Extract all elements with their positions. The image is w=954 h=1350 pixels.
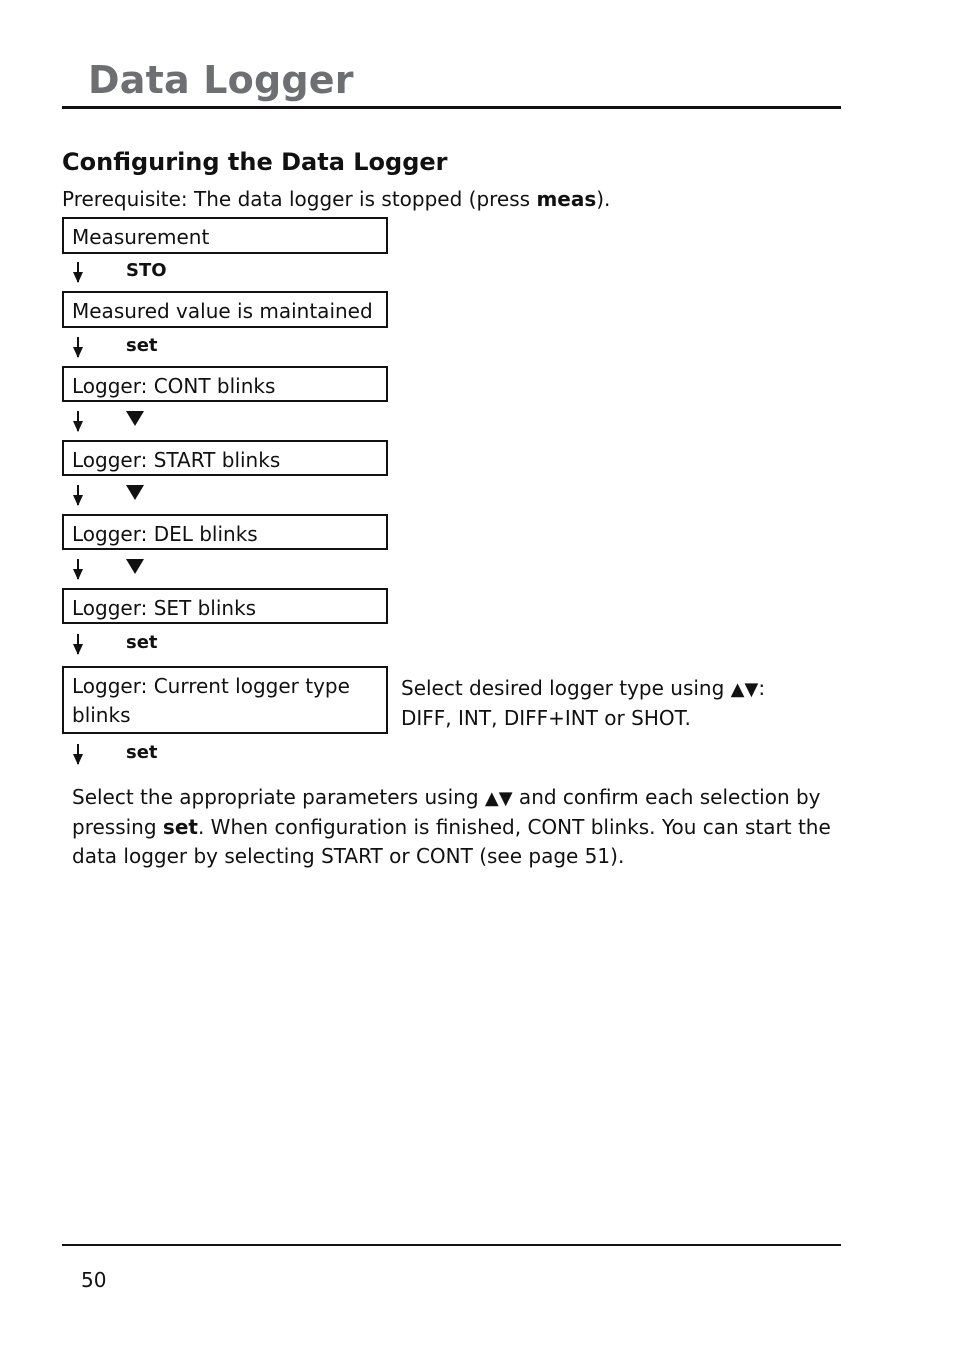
header-rule xyxy=(62,106,841,109)
down-triangle-icon xyxy=(126,559,144,574)
meas-key: meas xyxy=(536,187,597,211)
set-key: set xyxy=(162,815,198,839)
flow-box-logger-set: Logger: SET blinks xyxy=(62,588,388,624)
para-text: Select the appropriate parameters using xyxy=(72,785,485,809)
note-line-1: Select desired logger type using ▲▼: xyxy=(401,674,765,704)
flow-box-logger-start: Logger: START blinks xyxy=(62,440,388,476)
set-key: set xyxy=(126,632,158,653)
note-colon: : xyxy=(758,676,766,700)
prerequisite-text: Prerequisite: The data logger is stopped… xyxy=(62,187,610,211)
down-arrow-icon xyxy=(73,337,83,358)
logger-type-note: Select desired logger type using ▲▼: DIF… xyxy=(401,674,765,733)
up-down-triangle-icon: ▲▼ xyxy=(484,788,513,809)
page-title: Data Logger xyxy=(88,58,354,102)
flow-box-logger-del: Logger: DEL blinks xyxy=(62,514,388,550)
page-number: 50 xyxy=(81,1268,107,1292)
instructions-paragraph: Select the appropriate parameters using … xyxy=(72,783,842,871)
section-heading: Configuring the Data Logger xyxy=(62,148,448,176)
down-arrow-icon xyxy=(73,559,83,580)
flow-box-logger-cont: Logger: CONT blinks xyxy=(62,366,388,402)
sto-key: STO xyxy=(126,260,167,281)
down-arrow-icon xyxy=(73,485,83,506)
down-arrow-icon xyxy=(73,744,83,765)
footer-rule xyxy=(62,1244,841,1246)
prerequisite-prefix: Prerequisite: The data logger is stopped… xyxy=(62,187,537,211)
flow-box-measured-value: Measured value is maintained xyxy=(62,291,388,328)
down-triangle-icon xyxy=(126,411,144,426)
flow-box-logger-type: Logger: Current logger type blinks xyxy=(62,666,388,734)
note-text: Select desired logger type using xyxy=(401,676,731,700)
set-key: set xyxy=(126,335,158,356)
down-triangle-icon xyxy=(126,485,144,500)
down-arrow-icon xyxy=(73,411,83,432)
prerequisite-suffix: ). xyxy=(596,187,611,211)
up-down-triangle-icon: ▲▼ xyxy=(730,679,759,700)
down-arrow-icon xyxy=(73,262,83,283)
note-line-2: DIFF, INT, DIFF+INT or SHOT. xyxy=(401,706,691,730)
down-arrow-icon xyxy=(73,634,83,655)
flow-box-measurement: Measurement xyxy=(62,217,388,254)
set-key: set xyxy=(126,742,158,763)
